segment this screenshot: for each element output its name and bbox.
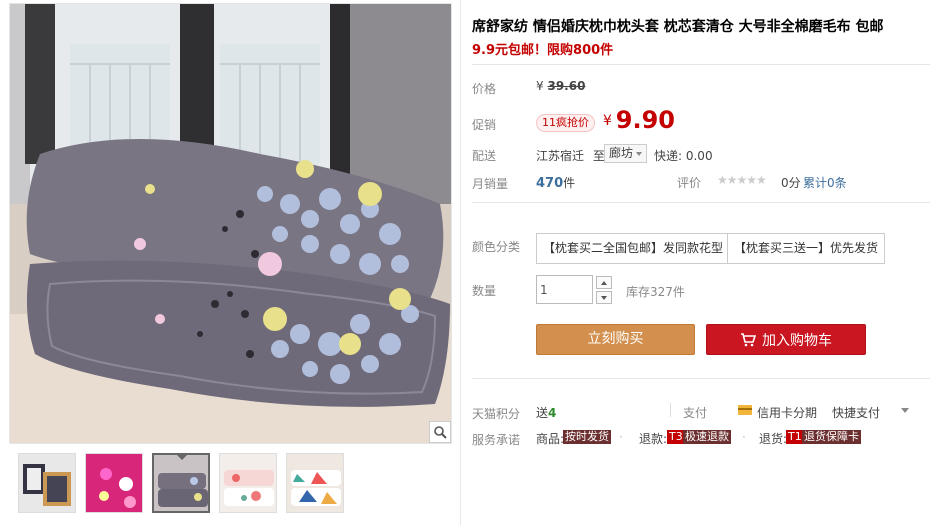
promo-currency-symbol: ¥ bbox=[603, 113, 612, 129]
quantity-increase-button[interactable] bbox=[596, 276, 612, 289]
divider bbox=[472, 202, 930, 203]
cart-icon bbox=[741, 332, 756, 346]
chevron-up-icon bbox=[601, 280, 607, 285]
promo-price: ¥ 9.90 bbox=[603, 106, 675, 134]
shipping-label: 配送 bbox=[472, 149, 497, 163]
main-product-image[interactable] bbox=[9, 3, 452, 444]
thumbnail-4[interactable] bbox=[219, 453, 277, 513]
separator-dot: · bbox=[742, 430, 746, 444]
thumbnail-3-selected[interactable] bbox=[152, 453, 210, 513]
review-label: 评价 bbox=[677, 176, 702, 190]
quick-pay-link[interactable]: 快捷支付 bbox=[832, 404, 880, 421]
separator bbox=[670, 403, 671, 417]
thumbnail-1[interactable] bbox=[18, 453, 76, 513]
shipping-origin-city: 江苏宿迁 bbox=[536, 149, 585, 163]
zoom-icon[interactable] bbox=[429, 421, 451, 443]
payment-label: 支付 bbox=[683, 406, 708, 420]
service-fast-refund-badge[interactable]: 极速退款 bbox=[683, 430, 731, 444]
add-to-cart-label: 加入购物车 bbox=[762, 332, 832, 349]
shipping-origin: 江苏宿迁 至 bbox=[536, 147, 605, 164]
product-title: 席舒家纺 情侣婚庆枕巾枕头套 枕芯套清仓 大号非全棉磨毛布 包邮 bbox=[472, 19, 884, 35]
monthly-sales-value: 470 bbox=[536, 176, 564, 191]
monthly-sales-unit: 件 bbox=[563, 176, 576, 190]
service-label: 服务承诺 bbox=[472, 433, 521, 447]
original-price-value: 39.60 bbox=[547, 79, 586, 93]
credit-installment-link[interactable]: 信用卡分期 bbox=[757, 404, 817, 421]
quantity-decrease-button[interactable] bbox=[596, 291, 612, 304]
sku-option-1[interactable]: 【枕套买二全国包邮】发同款花型 bbox=[536, 233, 731, 264]
review-score: 0分 bbox=[781, 176, 801, 190]
pillow-photo bbox=[10, 4, 451, 443]
chevron-down-icon bbox=[636, 151, 643, 156]
chevron-down-icon bbox=[601, 295, 607, 300]
shipping-destination-value: 廊坊 bbox=[609, 146, 634, 160]
price-label: 价格 bbox=[472, 82, 497, 96]
divider bbox=[472, 64, 930, 65]
stock-count: 库存327件 bbox=[626, 285, 685, 299]
product-subtitle: 9.9元包邮！限购800件 bbox=[472, 43, 614, 58]
monthly-sales-label: 月销量 bbox=[472, 177, 509, 191]
total-reviews-link[interactable]: 累计0条 bbox=[803, 174, 847, 191]
promo-tag: 11疯抢价 bbox=[536, 114, 595, 132]
thumbnail-2[interactable] bbox=[85, 453, 143, 513]
sku-option-2[interactable]: 【枕套买三送一】优先发货 bbox=[727, 233, 886, 264]
service-on-time-badge[interactable]: 按时发货 bbox=[563, 430, 611, 444]
product-detail-panel: 席舒家纺 情侣婚庆枕巾枕头套 枕芯套清仓 大号非全棉磨毛布 包邮 9.9元包邮！… bbox=[460, 0, 930, 525]
thumbnail-5[interactable] bbox=[286, 453, 344, 513]
shipping-fee: 快递: 0.00 bbox=[654, 149, 713, 163]
service-return-prefix: 退货: bbox=[759, 432, 788, 446]
points-amount: 4 bbox=[548, 406, 557, 420]
promo-price-value: 9.90 bbox=[615, 106, 675, 134]
points-prefix: 送 bbox=[536, 406, 549, 420]
tmall-points-label: 天猫积分 bbox=[472, 407, 521, 421]
quantity-input[interactable] bbox=[536, 275, 593, 304]
divider bbox=[472, 378, 930, 379]
quantity-label: 数量 bbox=[472, 284, 497, 298]
original-price: ¥ 39.60 bbox=[536, 79, 585, 93]
payment-dropdown-icon[interactable] bbox=[901, 408, 909, 413]
add-to-cart-button[interactable]: 加入购物车 bbox=[706, 324, 866, 355]
thumbnail-strip bbox=[18, 453, 344, 513]
currency-symbol: ¥ bbox=[536, 79, 544, 93]
service-refund-prefix: 退款: bbox=[639, 432, 668, 446]
shipping-destination-dropdown[interactable]: 廊坊 bbox=[604, 144, 648, 163]
tmall-points-value: 送4 bbox=[536, 404, 556, 421]
color-category-label: 颜色分类 bbox=[472, 240, 521, 254]
promo-label: 促销 bbox=[472, 118, 497, 132]
separator-dot: · bbox=[619, 430, 623, 444]
service-goods-prefix: 商品: bbox=[536, 432, 565, 446]
service-return-card-badge[interactable]: 退货保障卡 bbox=[802, 430, 861, 444]
rating-stars-icon: ★★★★★ bbox=[717, 173, 767, 187]
monthly-sales-count: 470件 bbox=[536, 174, 575, 191]
buy-now-button[interactable]: 立刻购买 bbox=[536, 324, 695, 355]
credit-card-icon bbox=[738, 405, 752, 415]
